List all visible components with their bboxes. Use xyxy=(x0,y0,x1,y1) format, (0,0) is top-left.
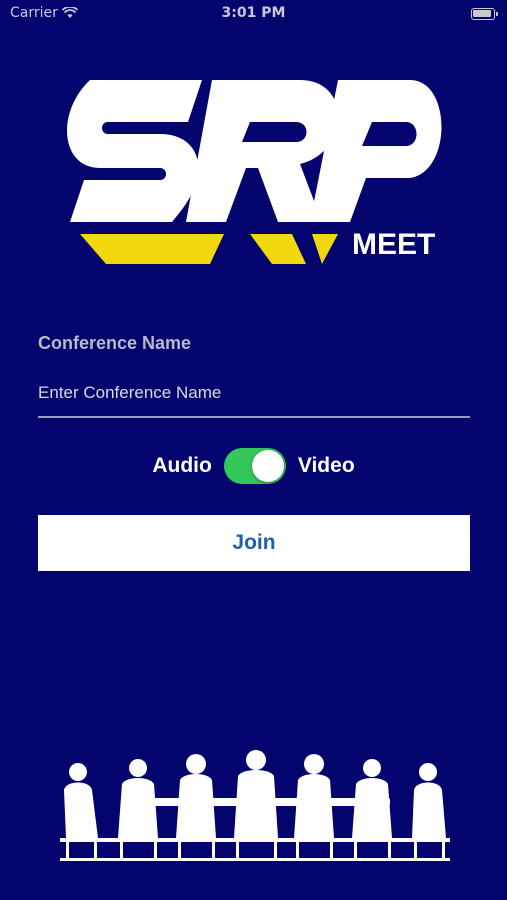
toggle-knob xyxy=(251,450,284,482)
logo-yellow-bars xyxy=(80,234,338,264)
status-bar: Carrier 3:01 PM xyxy=(0,0,507,28)
audio-label: Audio xyxy=(152,454,212,477)
status-time: 3:01 PM xyxy=(221,5,286,21)
logo-meet-text: MEET xyxy=(352,228,435,261)
battery-icon xyxy=(471,8,498,20)
video-label: Video xyxy=(297,454,355,477)
join-button[interactable]: Join xyxy=(38,515,470,571)
logo-letter-s xyxy=(67,80,203,222)
conference-name-label: Conference Name xyxy=(38,333,192,353)
srp-meet-logo: MEET xyxy=(67,80,442,264)
audio-video-row: Audio Video xyxy=(0,446,507,486)
conference-name-input[interactable] xyxy=(38,370,470,418)
meeting-silhouette-icon xyxy=(60,750,450,861)
audio-video-toggle[interactable] xyxy=(223,448,286,484)
